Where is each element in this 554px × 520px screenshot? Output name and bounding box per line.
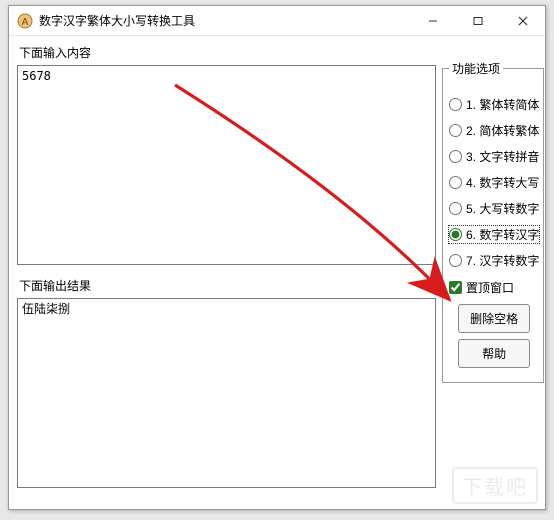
option-radio-3[interactable]: 3. 文字转拼音 <box>449 148 539 165</box>
always-on-top-input[interactable] <box>449 281 462 294</box>
always-on-top-label: 置顶窗口 <box>466 279 514 296</box>
option-radio-7[interactable]: 7. 汉字转数字 <box>449 252 539 269</box>
option-radio-input-5[interactable] <box>449 202 462 215</box>
maximize-button[interactable] <box>455 6 500 35</box>
option-radio-input-1[interactable] <box>449 98 462 111</box>
minimize-button[interactable] <box>410 6 455 35</box>
strip-spaces-button[interactable]: 删除空格 <box>458 304 530 333</box>
input-label: 下面输入内容 <box>19 44 436 61</box>
options-legend: 功能选项 <box>449 60 503 77</box>
input-textarea[interactable] <box>17 65 436 265</box>
app-window: A 数字汉字繁体大小写转换工具 下面输入内容 下面输出结果 功能选项 1. 繁体… <box>8 5 546 510</box>
option-radio-label: 3. 文字转拼音 <box>466 148 539 165</box>
window-title: 数字汉字繁体大小写转换工具 <box>39 12 410 29</box>
option-radio-1[interactable]: 1. 繁体转简体 <box>449 96 539 113</box>
window-controls <box>410 6 545 35</box>
option-radio-label: 5. 大写转数字 <box>466 200 539 217</box>
option-radio-5[interactable]: 5. 大写转数字 <box>449 200 539 217</box>
always-on-top-checkbox[interactable]: 置顶窗口 <box>449 279 539 296</box>
left-pane: 下面输入内容 下面输出结果 <box>17 42 436 501</box>
svg-text:A: A <box>22 17 29 28</box>
option-radio-input-4[interactable] <box>449 176 462 189</box>
option-radio-label: 4. 数字转大写 <box>466 174 539 191</box>
output-label: 下面输出结果 <box>19 277 436 294</box>
option-radio-label: 2. 简体转繁体 <box>466 122 539 139</box>
option-radio-input-3[interactable] <box>449 150 462 163</box>
option-radio-input-2[interactable] <box>449 124 462 137</box>
options-group: 功能选项 1. 繁体转简体 2. 简体转繁体 3. 文字转拼音 4. 数字转大写 5. … <box>442 60 544 383</box>
option-radio-label: 6. 数字转汉字 <box>466 226 539 243</box>
option-radio-input-6[interactable] <box>449 228 462 241</box>
option-radio-label: 1. 繁体转简体 <box>466 96 539 113</box>
titlebar[interactable]: A 数字汉字繁体大小写转换工具 <box>9 6 545 36</box>
output-textarea[interactable] <box>17 298 436 488</box>
right-pane: 功能选项 1. 繁体转简体 2. 简体转繁体 3. 文字转拼音 4. 数字转大写 5. … <box>442 42 537 501</box>
help-button[interactable]: 帮助 <box>458 339 530 368</box>
option-radio-label: 7. 汉字转数字 <box>466 252 539 269</box>
option-radio-input-7[interactable] <box>449 254 462 267</box>
close-button[interactable] <box>500 6 545 35</box>
option-radio-2[interactable]: 2. 简体转繁体 <box>449 122 539 139</box>
option-radio-6[interactable]: 6. 数字转汉字 <box>449 226 539 243</box>
app-icon: A <box>17 13 33 29</box>
client-area: 下面输入内容 下面输出结果 功能选项 1. 繁体转简体 2. 简体转繁体 3. 文字… <box>9 36 545 509</box>
option-radio-4[interactable]: 4. 数字转大写 <box>449 174 539 191</box>
